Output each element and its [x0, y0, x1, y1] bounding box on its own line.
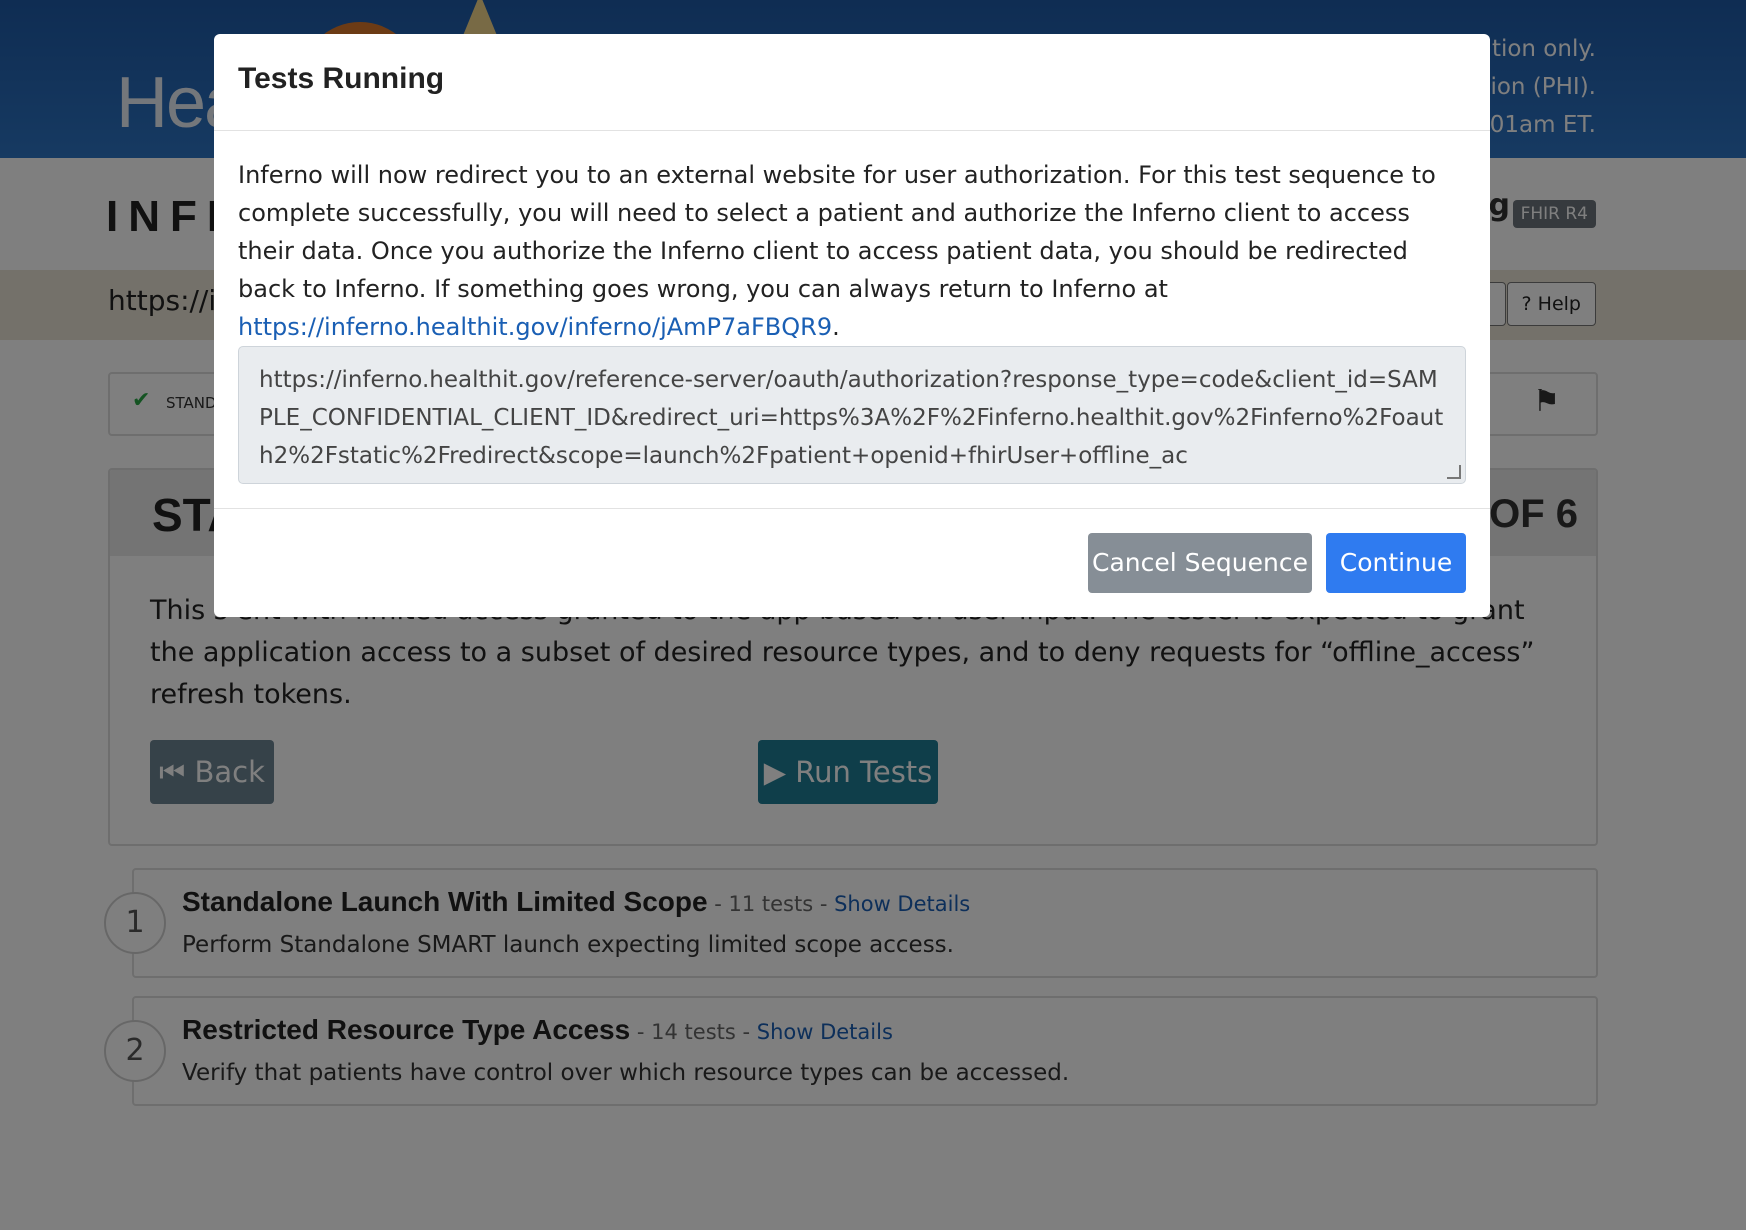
authorization-url: https://inferno.healthit.gov/reference-s… — [259, 367, 1444, 469]
modal-header: Tests Running — [214, 34, 1490, 131]
modal-footer: Cancel Sequence Continue — [214, 508, 1490, 617]
cancel-sequence-button[interactable]: Cancel Sequence — [1088, 533, 1312, 593]
authorization-url-textarea[interactable]: https://inferno.healthit.gov/reference-s… — [238, 346, 1466, 484]
continue-button[interactable]: Continue — [1326, 533, 1466, 593]
modal-title: Tests Running — [238, 62, 445, 95]
modal-message: Inferno will now redirect you to an exte… — [238, 156, 1464, 346]
resize-grip-icon[interactable] — [1447, 465, 1461, 479]
inferno-return-link[interactable]: https://inferno.healthit.gov/inferno/jAm… — [238, 313, 832, 341]
tests-running-modal: Tests Running Inferno will now redirect … — [214, 34, 1490, 617]
modal-message-end: . — [832, 313, 840, 341]
modal-message-text: Inferno will now redirect you to an exte… — [238, 161, 1436, 303]
